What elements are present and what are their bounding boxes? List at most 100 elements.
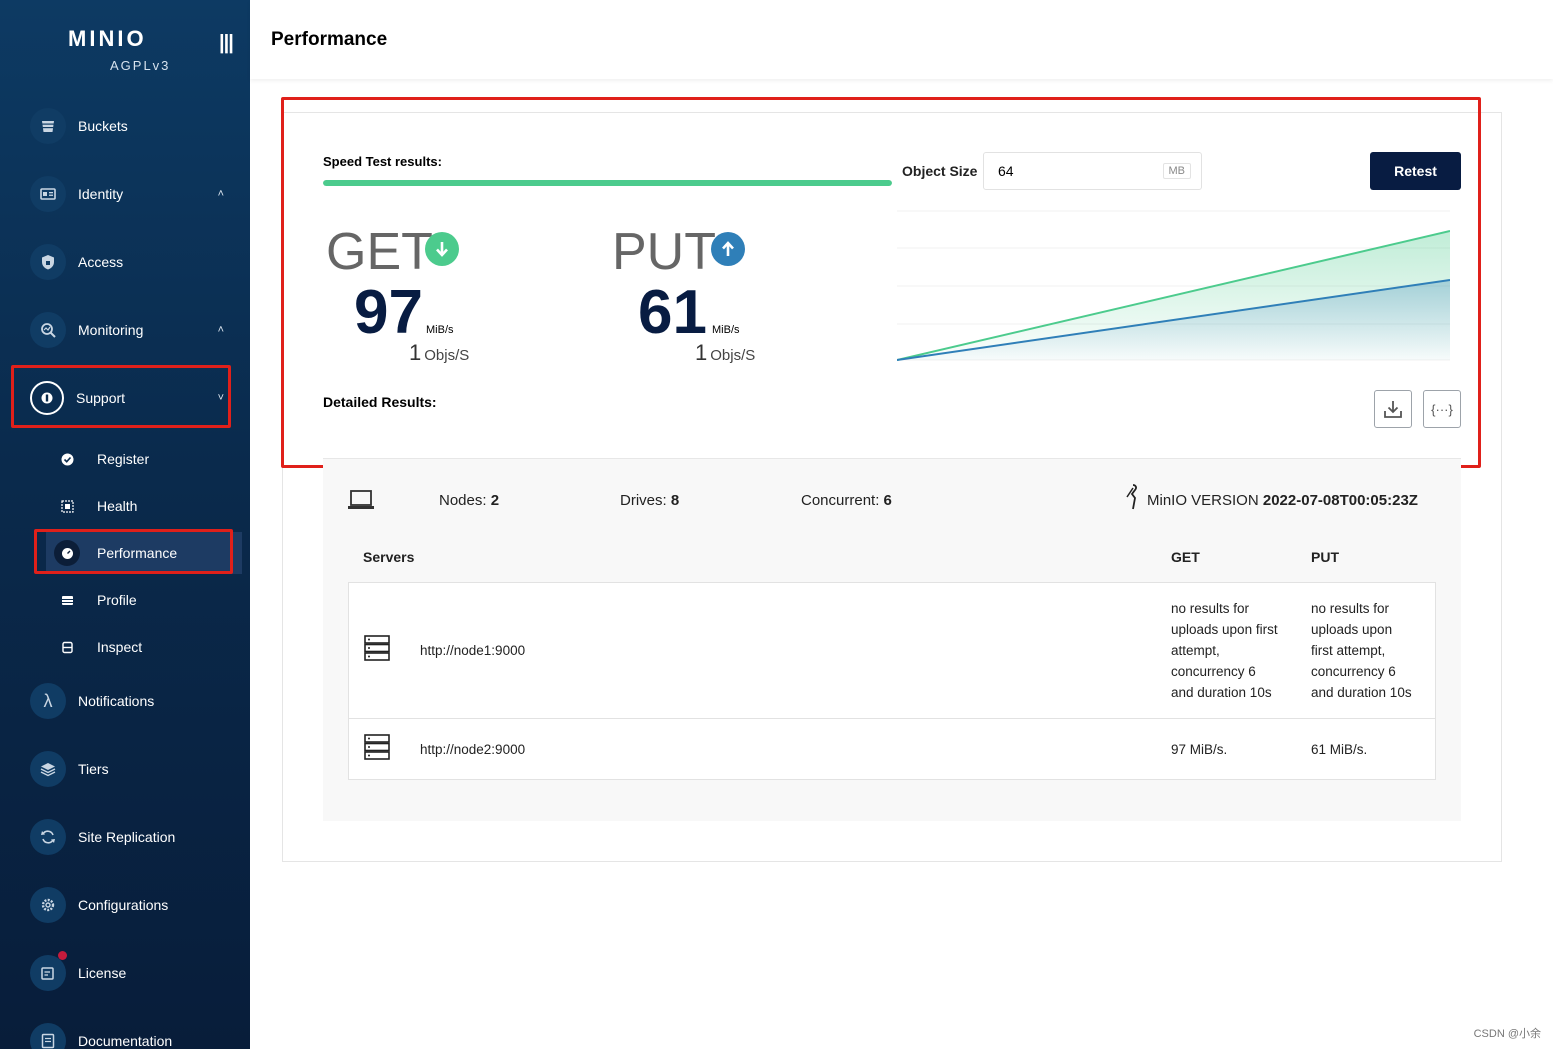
concurrent-count: Concurrent: 6 bbox=[801, 492, 892, 509]
get-objs-unit: Objs/S bbox=[424, 347, 470, 364]
sidebar-item-tiers[interactable]: Tiers bbox=[30, 749, 230, 789]
sidebar-item-label: Buckets bbox=[78, 118, 128, 134]
server-get-result: 97 MiB/s. bbox=[1171, 742, 1228, 757]
sidebar-item-label: Notifications bbox=[78, 693, 155, 709]
download-button[interactable] bbox=[1374, 390, 1412, 428]
sidebar-item-access[interactable]: Access bbox=[30, 242, 230, 282]
sidebar-subitem-register[interactable]: Register bbox=[46, 438, 242, 480]
sidebar-item-monitoring[interactable]: Monitoring ˄ bbox=[30, 310, 230, 350]
sidebar-subitem-label: Profile bbox=[97, 592, 137, 608]
sidebar-subitem-profile[interactable]: Profile bbox=[46, 579, 242, 621]
menu-bars-icon[interactable]: ||| bbox=[219, 32, 234, 55]
result-line: attempt, bbox=[1171, 643, 1220, 658]
sidebar-item-label: Documentation bbox=[78, 1033, 173, 1049]
sidebar-item-label: Monitoring bbox=[78, 322, 144, 338]
object-size-unit: MB bbox=[1162, 163, 1191, 179]
sidebar-subitem-label: Performance bbox=[97, 545, 178, 561]
get-objs-value: 1 bbox=[409, 340, 422, 365]
put-throughput-value: 61 bbox=[638, 278, 707, 347]
sync-icon bbox=[30, 819, 66, 855]
sidebar-subitem-label: Inspect bbox=[97, 639, 143, 655]
sidebar-subitem-performance[interactable]: Performance bbox=[46, 532, 242, 574]
column-header-servers: Servers bbox=[363, 549, 415, 565]
laptop-icon bbox=[348, 490, 374, 509]
arrow-up-circle-icon bbox=[711, 232, 745, 266]
sidebar-subitem-label: Health bbox=[97, 498, 138, 514]
sidebar-subitem-label: Register bbox=[97, 451, 150, 467]
drives-label: Drives: bbox=[620, 492, 667, 509]
get-label: GET bbox=[326, 223, 433, 281]
bucket-icon bbox=[30, 108, 66, 144]
sidebar: MINIO AGPLv3 ||| Buckets Identity ˄ Acce… bbox=[0, 0, 250, 1049]
speed-test-progress bbox=[323, 180, 892, 186]
license-icon bbox=[30, 955, 66, 991]
check-badge-icon bbox=[54, 446, 80, 472]
result-line: concurrency 6 bbox=[1171, 664, 1256, 679]
drives-value: 8 bbox=[670, 492, 680, 509]
arrow-down-circle-icon bbox=[425, 232, 459, 266]
chevron-up-icon[interactable]: ˄ bbox=[218, 188, 224, 200]
chevron-down-icon[interactable]: ˅ bbox=[218, 392, 224, 404]
drives-count: Drives: 8 bbox=[620, 492, 679, 509]
object-size-value[interactable]: 64 bbox=[998, 163, 1163, 179]
json-view-button[interactable]: {···} bbox=[1423, 390, 1461, 428]
gear-icon bbox=[30, 887, 66, 923]
license-tag: AGPLv3 bbox=[110, 58, 171, 73]
server-put-result: 61 MiB/s. bbox=[1311, 742, 1368, 757]
shield-lock-icon bbox=[30, 244, 66, 280]
put-objs-value: 1 bbox=[695, 340, 708, 365]
server-url: http://node1:9000 bbox=[420, 643, 526, 658]
sidebar-item-documentation[interactable]: Documentation bbox=[30, 1021, 230, 1049]
result-line: first attempt, bbox=[1311, 643, 1386, 658]
sidebar-item-label: Configurations bbox=[78, 897, 169, 913]
put-throughput-unit: MiB/s bbox=[712, 324, 740, 336]
result-line: no results for bbox=[1171, 601, 1250, 616]
sidebar-item-label: Support bbox=[76, 390, 126, 406]
document-icon bbox=[30, 1023, 66, 1049]
get-objs-rate: 1 Objs/S bbox=[409, 340, 469, 366]
server-put-result: no results for uploads upon first attemp… bbox=[1311, 598, 1431, 703]
sidebar-subitem-health[interactable]: Health bbox=[46, 485, 242, 527]
result-line: no results for bbox=[1311, 601, 1390, 616]
speedometer-icon bbox=[54, 540, 80, 566]
sidebar-item-label: Site Replication bbox=[78, 829, 176, 845]
search-chart-icon bbox=[30, 312, 66, 348]
sidebar-item-identity[interactable]: Identity ˄ bbox=[30, 174, 230, 214]
json-braces-icon: {···} bbox=[1431, 401, 1453, 417]
sidebar-item-notifications[interactable]: λ Notifications bbox=[30, 681, 230, 721]
put-label: PUT bbox=[612, 223, 716, 281]
result-line: and duration 10s bbox=[1311, 685, 1412, 700]
watermark: CSDN @小余 bbox=[1473, 1028, 1541, 1040]
server-icon bbox=[364, 734, 390, 760]
concurrent-label: Concurrent: bbox=[801, 492, 880, 509]
version-label: MinIO VERSION bbox=[1147, 492, 1259, 509]
detailed-results-label: Detailed Results: bbox=[323, 394, 437, 410]
sidebar-item-site-replication[interactable]: Site Replication bbox=[30, 817, 230, 857]
retest-button[interactable]: Retest bbox=[1370, 152, 1461, 190]
minio-logo[interactable]: MINIO bbox=[68, 26, 147, 52]
server-icon bbox=[364, 635, 390, 661]
nodes-count: Nodes: 2 bbox=[439, 492, 499, 509]
progress-fill bbox=[323, 180, 892, 186]
result-line: uploads upon bbox=[1311, 622, 1393, 637]
server-url: http://node2:9000 bbox=[420, 742, 526, 757]
id-card-icon bbox=[30, 176, 66, 212]
throughput-chart bbox=[897, 210, 1450, 361]
sidebar-item-label: Access bbox=[78, 254, 124, 270]
sidebar-item-support[interactable]: Support ˅ bbox=[30, 378, 230, 418]
object-size-label: Object Size bbox=[902, 163, 978, 179]
support-icon bbox=[30, 381, 64, 415]
inspect-icon bbox=[54, 634, 80, 660]
column-header-get: GET bbox=[1171, 549, 1200, 565]
object-size-input[interactable]: 64 MB bbox=[983, 152, 1202, 190]
version-value: 2022-07-08T00:05:23Z bbox=[1262, 492, 1418, 509]
result-line: uploads upon first bbox=[1171, 622, 1278, 637]
sidebar-item-buckets[interactable]: Buckets bbox=[30, 106, 230, 146]
get-throughput-unit: MiB/s bbox=[426, 324, 454, 336]
sidebar-item-label: Tiers bbox=[78, 761, 109, 777]
speed-test-label: Speed Test results: bbox=[323, 154, 442, 169]
chevron-up-icon[interactable]: ˄ bbox=[218, 324, 224, 336]
sidebar-item-configurations[interactable]: Configurations bbox=[30, 885, 230, 925]
sidebar-subitem-inspect[interactable]: Inspect bbox=[46, 626, 242, 668]
put-objs-rate: 1 Objs/S bbox=[695, 340, 755, 366]
